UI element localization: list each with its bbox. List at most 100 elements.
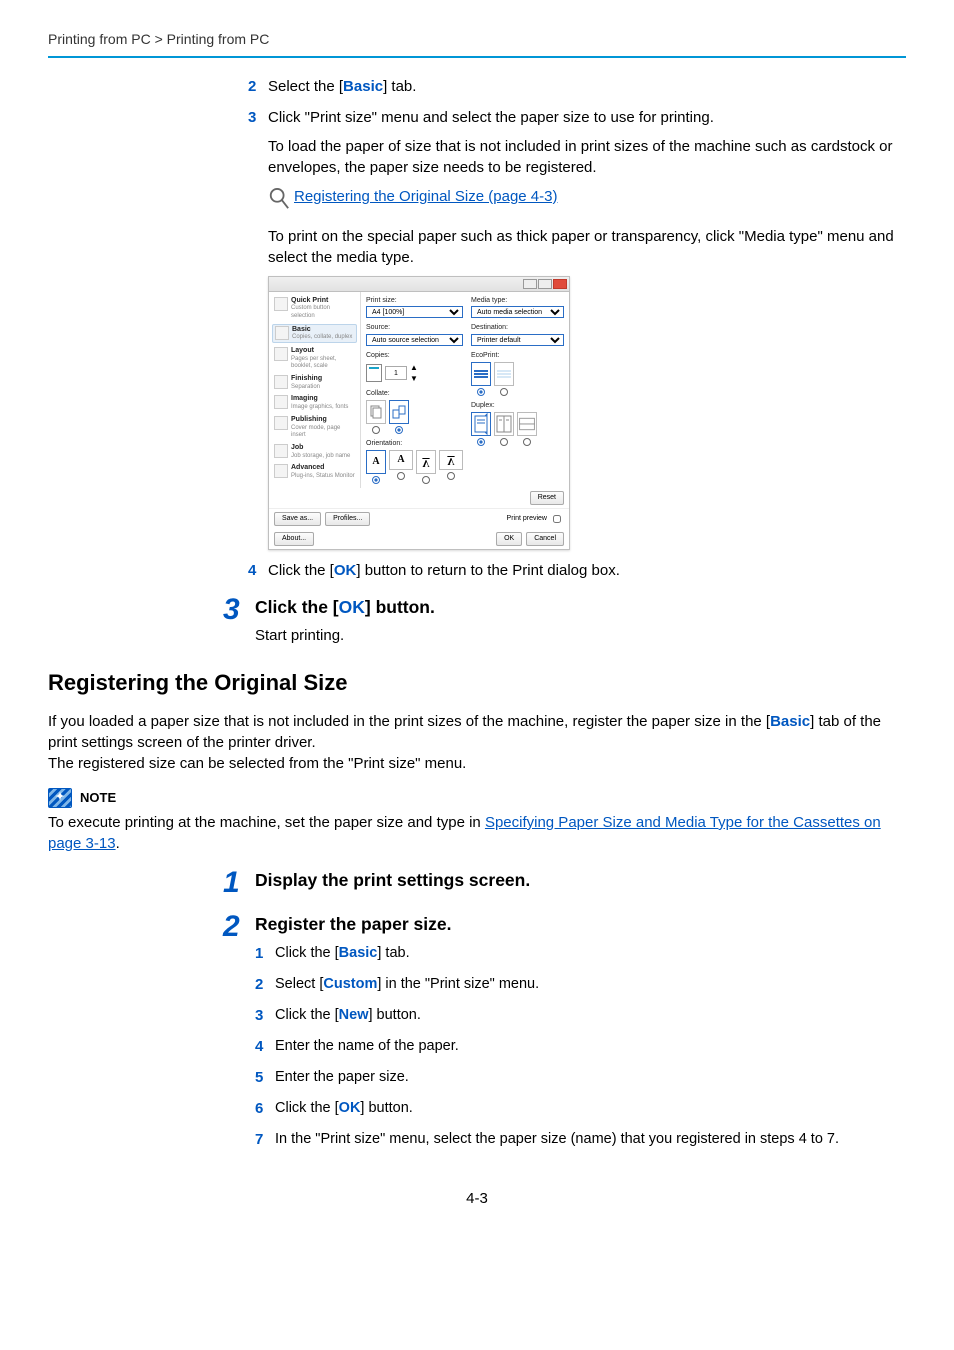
printsize-select[interactable]: A4 [100%] — [366, 306, 463, 318]
reg-step3-before: Click the [ — [275, 1007, 339, 1023]
mediatype-select[interactable]: Auto media selection — [471, 306, 564, 318]
duplex-short-radio[interactable] — [523, 438, 531, 446]
orient-landscape-icon[interactable]: A — [389, 450, 413, 470]
minimize-icon[interactable] — [523, 279, 537, 289]
note-icon — [48, 788, 72, 808]
sidebar-item-basic[interactable]: BasicCopies, collate, duplex — [272, 324, 357, 343]
sb-finishing-title: Finishing — [291, 375, 322, 382]
imaging-icon — [274, 395, 288, 409]
duplex-off-icon[interactable] — [471, 412, 491, 436]
reg-step2-num: 2 — [255, 974, 275, 995]
dialog-sidebar: Quick PrintCustom button selection Basic… — [269, 292, 361, 488]
sb-publishing-title: Publishing — [291, 416, 327, 423]
section-p2: The registered size can be selected from… — [48, 755, 466, 772]
step2-text-before: Select the [ — [268, 78, 343, 95]
destination-select[interactable]: Printer default — [471, 334, 564, 346]
orient-portrait-radio[interactable] — [372, 476, 380, 484]
reg-step3-after: ] button. — [369, 1007, 421, 1023]
close-icon[interactable] — [553, 279, 567, 289]
duplex-off-radio[interactable] — [477, 438, 485, 446]
bigstep3-title-ok: OK — [339, 597, 365, 617]
sidebar-item-quickprint[interactable]: Quick PrintCustom button selection — [272, 296, 357, 321]
destination-label: Destination: — [471, 323, 564, 333]
spinner-icon[interactable]: ▲▼ — [410, 362, 418, 384]
sidebar-item-job[interactable]: JobJob storage, job name — [272, 443, 357, 460]
ok-button[interactable]: OK — [496, 532, 522, 546]
page-number: 4-3 — [48, 1188, 906, 1209]
print-settings-dialog: Quick PrintCustom button selection Basic… — [268, 276, 570, 550]
breadcrumb-right: Printing from PC — [167, 31, 270, 47]
collate-on-radio[interactable] — [395, 426, 403, 434]
sb-finishing-sub: Separation — [291, 384, 320, 390]
orient-portrait-icon[interactable]: A — [366, 450, 386, 474]
profiles-button[interactable]: Profiles... — [325, 512, 370, 526]
duplex-label: Duplex: — [471, 401, 564, 411]
step3-para1: To load the paper of size that is not in… — [268, 136, 898, 178]
reg-step3-em: New — [339, 1007, 369, 1023]
reg-step6-em: OK — [339, 1100, 361, 1116]
eco-on-radio[interactable] — [500, 388, 508, 396]
registering-size-link[interactable]: Registering the Original Size (page 4-3) — [294, 186, 557, 207]
sidebar-item-publishing[interactable]: Publishing Cover mode, page insert — [272, 415, 357, 440]
sb-publishing-sub: Cover mode, page insert — [291, 425, 340, 439]
bigstep1-num: 1 — [223, 868, 255, 898]
collate-on-icon[interactable] — [389, 400, 409, 424]
eco-on-icon[interactable] — [494, 362, 514, 386]
reg-step1-before: Click the [ — [275, 945, 339, 961]
cancel-button[interactable]: Cancel — [526, 532, 564, 546]
breadcrumb-sep: > — [151, 31, 167, 47]
orient-rot-portrait-radio[interactable] — [422, 476, 430, 484]
note-after: . — [116, 835, 120, 852]
collate-off-radio[interactable] — [372, 426, 380, 434]
sb-imaging-sub: Image graphics, fonts — [291, 404, 348, 410]
reg-step2-after: ] in the "Print size" menu. — [377, 976, 539, 992]
sidebar-item-imaging[interactable]: ImagingImage graphics, fonts — [272, 394, 357, 411]
orient-rot-landscape-icon[interactable]: V — [439, 450, 463, 470]
bigstep2-num: 2 — [223, 912, 255, 942]
section-heading: Registering the Original Size — [48, 668, 906, 699]
orient-rot-landscape-radio[interactable] — [447, 472, 455, 480]
eco-off-icon[interactable] — [471, 362, 491, 386]
basic-icon — [275, 326, 289, 340]
sidebar-item-layout[interactable]: LayoutPages per sheet, booklet, scale — [272, 346, 357, 371]
orient-rot-portrait-icon[interactable]: V — [416, 450, 436, 474]
step4-before: Click the [ — [268, 562, 334, 579]
sidebar-item-advanced[interactable]: AdvancedPlug-ins, Status Monitor — [272, 463, 357, 480]
step4-after: ] button to return to the Print dialog b… — [356, 562, 620, 579]
reg-step4-text: Enter the name of the paper. — [275, 1036, 906, 1056]
note-label: NOTE — [80, 789, 116, 807]
maximize-icon[interactable] — [538, 279, 552, 289]
dialog-titlebar — [269, 277, 569, 292]
reg-step2-em: Custom — [323, 976, 377, 992]
section-p1-before: If you loaded a paper size that is not i… — [48, 713, 770, 730]
about-button[interactable]: About... — [274, 532, 314, 546]
step4-ok: OK — [334, 562, 357, 579]
reset-button[interactable]: Reset — [530, 491, 564, 505]
sb-layout-sub: Pages per sheet, booklet, scale — [291, 356, 336, 370]
reference-icon — [268, 186, 294, 218]
reg-step5-text: Enter the paper size. — [275, 1067, 906, 1087]
sidebar-item-finishing[interactable]: Finishing Separation — [272, 374, 357, 391]
copies-input[interactable] — [385, 366, 407, 380]
reg-step6-num: 6 — [255, 1098, 275, 1119]
sb-quickprint-sub: Custom button selection — [291, 305, 330, 319]
collate-off-icon[interactable] — [366, 400, 386, 424]
header-divider — [48, 56, 906, 58]
reg-step1-after: ] tab. — [377, 945, 409, 961]
source-select[interactable]: Auto source selection — [366, 334, 463, 346]
step-num-3: 3 — [248, 107, 268, 128]
duplex-long-radio[interactable] — [500, 438, 508, 446]
step3-para2: To print on the special paper such as th… — [268, 226, 898, 268]
print-preview-check[interactable]: Print preview — [507, 512, 564, 526]
reg-step4-num: 4 — [255, 1036, 275, 1057]
bigstep3-title-before: Click the [ — [255, 597, 339, 617]
saveas-button[interactable]: Save as... — [274, 512, 321, 526]
sb-quickprint-title: Quick Print — [291, 297, 328, 304]
duplex-short-icon[interactable] — [517, 412, 537, 436]
breadcrumb: Printing from PC > Printing from PC — [48, 30, 906, 50]
eco-off-radio[interactable] — [477, 388, 485, 396]
duplex-long-icon[interactable] — [494, 412, 514, 436]
bigstep2-title: Register the paper size. — [255, 912, 906, 937]
orient-landscape-radio[interactable] — [397, 472, 405, 480]
reg-step2-before: Select [ — [275, 976, 323, 992]
